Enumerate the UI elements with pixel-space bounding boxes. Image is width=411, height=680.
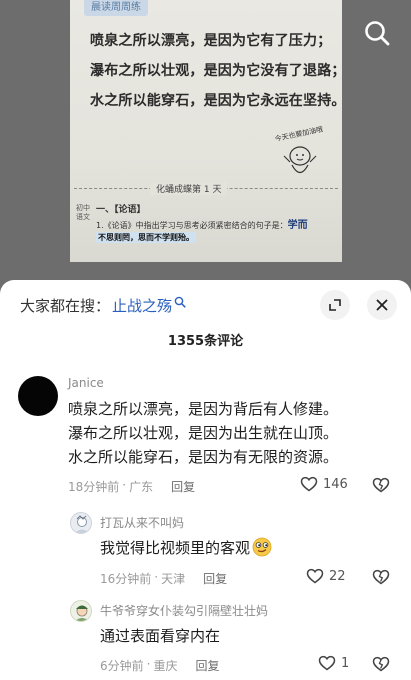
smirk-emoji-icon bbox=[252, 537, 272, 557]
like-count: 146 bbox=[323, 476, 348, 492]
comment-text-line: 我觉得比视频里的客观 bbox=[100, 539, 251, 557]
quote-line: 喷泉之所以漂亮，是因为它有了压力； bbox=[90, 33, 332, 49]
comment-username[interactable]: 牛爷爷穿女仆装勾引隔壁壮壮妈 bbox=[100, 602, 268, 619]
comment-location: 重庆 bbox=[153, 659, 178, 673]
dislike-icon[interactable] bbox=[372, 656, 390, 672]
avatar[interactable] bbox=[70, 512, 92, 534]
comment-sheet: 大家都在搜： 止战之殇 1355条评论 Janice 喷泉之所以漂亮，是因为背后… bbox=[0, 280, 411, 680]
comment-item: Janice 喷泉之所以漂亮，是因为背后有人修建。 瀑布之所以壮观，是因为出生就… bbox=[0, 370, 411, 500]
page-tag: 晨读周周练 bbox=[84, 0, 148, 16]
comment-text-line: 瀑布之所以壮观，是因为出生就在山顶。 bbox=[68, 424, 339, 442]
like-button[interactable]: 1 bbox=[318, 655, 349, 671]
comment-text: 我觉得比视频里的客观 bbox=[100, 537, 272, 559]
lesson-heading: 一、【论语】 bbox=[96, 205, 146, 215]
lesson-highlight: 不思则罔，思而不学则殆。 bbox=[96, 232, 196, 243]
reply-button[interactable]: 回复 bbox=[203, 570, 227, 587]
search-icon[interactable] bbox=[362, 18, 392, 48]
trending-search-bar[interactable]: 大家都在搜： 止战之殇 bbox=[20, 294, 186, 316]
like-button[interactable]: 146 bbox=[300, 476, 348, 492]
dislike-icon[interactable] bbox=[372, 477, 390, 493]
lesson-question-text: 1.《论语》中指出学习与思考必须紧密结合的句子是： bbox=[96, 221, 288, 230]
quote-line: 瀑布之所以壮观，是因为它没有了退路； bbox=[90, 63, 342, 79]
doodle-caption: 今天也要加油哦 bbox=[274, 124, 324, 143]
reply-button[interactable]: 回复 bbox=[195, 657, 219, 674]
avatar[interactable] bbox=[70, 600, 92, 622]
quote-line: 水之所以能穿石，是因为它永远在坚持。 bbox=[90, 93, 342, 109]
comment-meta: 6分钟前 · 重庆 回复 bbox=[100, 657, 220, 674]
reply-comment-item: 牛爷爷穿女仆装勾引隔壁壮壮妈 通过表面看穿内在 6分钟前 · 重庆 回复 1 bbox=[0, 596, 411, 680]
lesson-answer: 学而 bbox=[287, 220, 308, 231]
day-label: 化蛹成蝶第 1 天 bbox=[150, 182, 228, 195]
comment-time: 16分钟前 bbox=[100, 572, 152, 586]
meta-dot: · bbox=[154, 570, 159, 584]
search-mini-icon bbox=[174, 296, 186, 308]
page-quote: 喷泉之所以漂亮，是因为它有了压力； 瀑布之所以壮观，是因为它没有了退路； 水之所… bbox=[90, 26, 342, 116]
meta-dot: · bbox=[122, 478, 127, 492]
heart-icon bbox=[318, 655, 336, 671]
comment-count: 1355条评论 bbox=[167, 334, 244, 349]
comment-location: 广东 bbox=[129, 480, 154, 494]
reply-comment-item: 打瓦从来不叫妈 我觉得比视频里的客观 16分钟前 · 天津 回复 22 bbox=[0, 508, 411, 592]
doodle-illustration: 今天也要加油哦 bbox=[274, 124, 324, 174]
trending-search-term[interactable]: 止战之殇 bbox=[112, 295, 172, 316]
lesson-box: 初中语文 一、【论语】 1.《论语》中指出学习与思考必须紧密结合的句子是：学而 … bbox=[76, 202, 338, 262]
like-count: 1 bbox=[341, 655, 350, 671]
like-button[interactable]: 22 bbox=[306, 568, 346, 584]
lesson-question: 1.《论语》中指出学习与思考必须紧密结合的句子是：学而 bbox=[96, 216, 308, 231]
video-player[interactable]: 晨读周周练 喷泉之所以漂亮，是因为它有了压力； 瀑布之所以壮观，是因为它没有了退… bbox=[0, 0, 411, 290]
comment-username[interactable]: 打瓦从来不叫妈 bbox=[100, 514, 184, 531]
avatar[interactable] bbox=[18, 376, 58, 416]
video-frame-book-page: 晨读周周练 喷泉之所以漂亮，是因为它有了压力； 瀑布之所以壮观，是因为它没有了退… bbox=[70, 0, 342, 262]
comment-username[interactable]: Janice bbox=[68, 376, 104, 390]
heart-icon bbox=[306, 568, 324, 584]
lesson-side-label: 初中语文 bbox=[76, 204, 90, 221]
comment-meta: 16分钟前 · 天津 回复 bbox=[100, 570, 227, 587]
comment-time: 6分钟前 bbox=[100, 659, 144, 673]
comment-text-line: 水之所以能穿石，是因为有无限的资源。 bbox=[68, 448, 339, 466]
dislike-icon[interactable] bbox=[372, 569, 390, 585]
comment-text-line: 通过表面看穿内在 bbox=[100, 627, 221, 645]
comment-time: 18分钟前 bbox=[68, 480, 120, 494]
close-icon[interactable] bbox=[367, 290, 397, 320]
reply-button[interactable]: 回复 bbox=[171, 478, 195, 495]
comment-location: 天津 bbox=[161, 572, 186, 586]
meta-dot: · bbox=[146, 657, 151, 671]
comment-meta: 18分钟前 · 广东 回复 bbox=[68, 478, 195, 495]
expand-icon[interactable] bbox=[320, 290, 350, 320]
comment-text-line: 喷泉之所以漂亮，是因为背后有人修建。 bbox=[68, 400, 339, 418]
trending-search-prefix: 大家都在搜： bbox=[20, 296, 111, 315]
heart-icon bbox=[300, 476, 318, 492]
like-count: 22 bbox=[329, 568, 346, 584]
